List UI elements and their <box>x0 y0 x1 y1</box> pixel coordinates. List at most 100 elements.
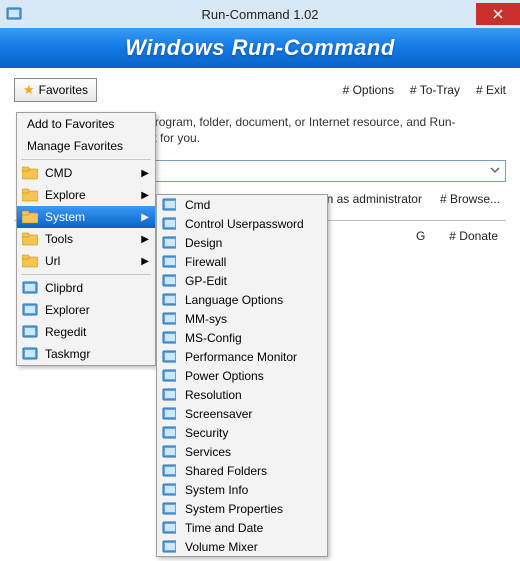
submenu-item[interactable]: Power Options <box>157 366 327 385</box>
run-icon <box>162 463 176 477</box>
menu-explore[interactable]: Explore▶ <box>17 184 155 206</box>
submenu-label: Services <box>185 445 231 459</box>
run-icon <box>162 197 176 211</box>
submenu-label: Firewall <box>185 255 226 269</box>
run-icon <box>162 444 176 458</box>
run-icon <box>22 346 38 362</box>
to-tray-link[interactable]: # To-Tray <box>410 83 460 97</box>
submenu-label: Shared Folders <box>185 464 267 478</box>
submenu-label: Time and Date <box>185 521 263 535</box>
folder-icon <box>22 165 38 181</box>
run-icon <box>162 368 176 382</box>
run-icon <box>162 292 176 306</box>
submenu-label: Language Options <box>185 293 283 307</box>
star-icon: ★ <box>23 82 35 98</box>
folder-icon <box>22 231 38 247</box>
chevron-down-icon[interactable] <box>489 164 501 176</box>
folder-icon <box>22 253 38 269</box>
run-icon <box>162 482 176 496</box>
submenu-item[interactable]: System Properties <box>157 499 327 518</box>
menu-taskmgr[interactable]: Taskmgr <box>17 343 155 365</box>
submenu-label: Screensaver <box>185 407 252 421</box>
submenu-item[interactable]: Design <box>157 233 327 252</box>
chevron-right-icon: ▶ <box>141 256 149 267</box>
submenu-label: Cmd <box>185 198 210 212</box>
system-submenu: Cmd Control Userpassword Design Firewall GP-… <box>156 194 328 557</box>
submenu-label: System Properties <box>185 502 283 516</box>
chevron-right-icon: ▶ <box>141 190 149 201</box>
submenu-label: Resolution <box>185 388 242 402</box>
submenu-label: Volume Mixer <box>185 540 258 554</box>
lng-link-partial[interactable]: G <box>416 229 425 243</box>
submenu-item[interactable]: Cmd <box>157 195 327 214</box>
window-title: Run-Command 1.02 <box>201 7 318 22</box>
menu-explorer[interactable]: Explorer <box>17 299 155 321</box>
favorites-label: Favorites <box>39 83 88 97</box>
submenu-item[interactable]: System Info <box>157 480 327 499</box>
submenu-label: Design <box>185 236 222 250</box>
submenu-item[interactable]: MS-Config <box>157 328 327 347</box>
options-link[interactable]: # Options <box>343 83 394 97</box>
submenu-item[interactable]: Security <box>157 423 327 442</box>
submenu-item[interactable]: Control Userpassword <box>157 214 327 233</box>
run-icon <box>22 280 38 296</box>
menu-regedit[interactable]: Regedit <box>17 321 155 343</box>
titlebar: Run-Command 1.02 <box>0 0 520 28</box>
submenu-item[interactable]: Firewall <box>157 252 327 271</box>
chevron-right-icon: ▶ <box>141 168 149 179</box>
run-icon <box>162 254 176 268</box>
run-icon <box>162 387 176 401</box>
submenu-label: MS-Config <box>185 331 242 345</box>
menu-tools[interactable]: Tools▶ <box>17 228 155 250</box>
submenu-item[interactable]: Language Options <box>157 290 327 309</box>
chevron-right-icon: ▶ <box>141 212 149 223</box>
submenu-item[interactable]: Services <box>157 442 327 461</box>
browse-link[interactable]: # Browse... <box>440 192 500 206</box>
menu-divider <box>21 274 151 275</box>
run-icon <box>162 520 176 534</box>
menu-system[interactable]: System▶ <box>17 206 155 228</box>
run-icon <box>162 539 176 553</box>
submenu-item[interactable]: Resolution <box>157 385 327 404</box>
run-icon <box>22 324 38 340</box>
submenu-label: MM-sys <box>185 312 227 326</box>
folder-icon <box>22 209 38 225</box>
menu-divider <box>21 159 151 160</box>
run-icon <box>162 406 176 420</box>
folder-icon <box>22 187 38 203</box>
submenu-label: GP-Edit <box>185 274 227 288</box>
submenu-item[interactable]: MM-sys <box>157 309 327 328</box>
submenu-item[interactable]: GP-Edit <box>157 271 327 290</box>
run-icon <box>22 302 38 318</box>
submenu-label: Security <box>185 426 228 440</box>
submenu-label: Control Userpassword <box>185 217 304 231</box>
favorites-menu: Add to Favorites Manage Favorites CMD▶ E… <box>16 112 156 366</box>
run-icon <box>162 501 176 515</box>
submenu-label: System Info <box>185 483 248 497</box>
submenu-item[interactable]: Time and Date <box>157 518 327 537</box>
run-icon <box>162 235 176 249</box>
app-banner: Windows Run-Command <box>0 28 520 68</box>
submenu-label: Performance Monitor <box>185 350 297 364</box>
submenu-item[interactable]: Volume Mixer <box>157 537 327 556</box>
menu-cmd[interactable]: CMD▶ <box>17 162 155 184</box>
run-icon <box>162 330 176 344</box>
submenu-item[interactable]: Screensaver <box>157 404 327 423</box>
menu-url[interactable]: Url▶ <box>17 250 155 272</box>
submenu-item[interactable]: Performance Monitor <box>157 347 327 366</box>
chevron-right-icon: ▶ <box>141 234 149 245</box>
donate-link[interactable]: # Donate <box>449 229 498 243</box>
run-icon <box>162 216 176 230</box>
run-icon <box>162 425 176 439</box>
exit-link[interactable]: # Exit <box>476 83 506 97</box>
menu-add-favorites[interactable]: Add to Favorites <box>17 113 155 135</box>
menu-clipbrd[interactable]: Clipbrd <box>17 277 155 299</box>
app-icon <box>6 6 22 22</box>
run-icon <box>162 311 176 325</box>
menu-manage-favorites[interactable]: Manage Favorites <box>17 135 155 157</box>
run-icon <box>162 349 176 363</box>
submenu-item[interactable]: Shared Folders <box>157 461 327 480</box>
close-button[interactable] <box>476 3 520 25</box>
favorites-button[interactable]: ★ Favorites <box>14 78 97 102</box>
run-icon <box>162 273 176 287</box>
